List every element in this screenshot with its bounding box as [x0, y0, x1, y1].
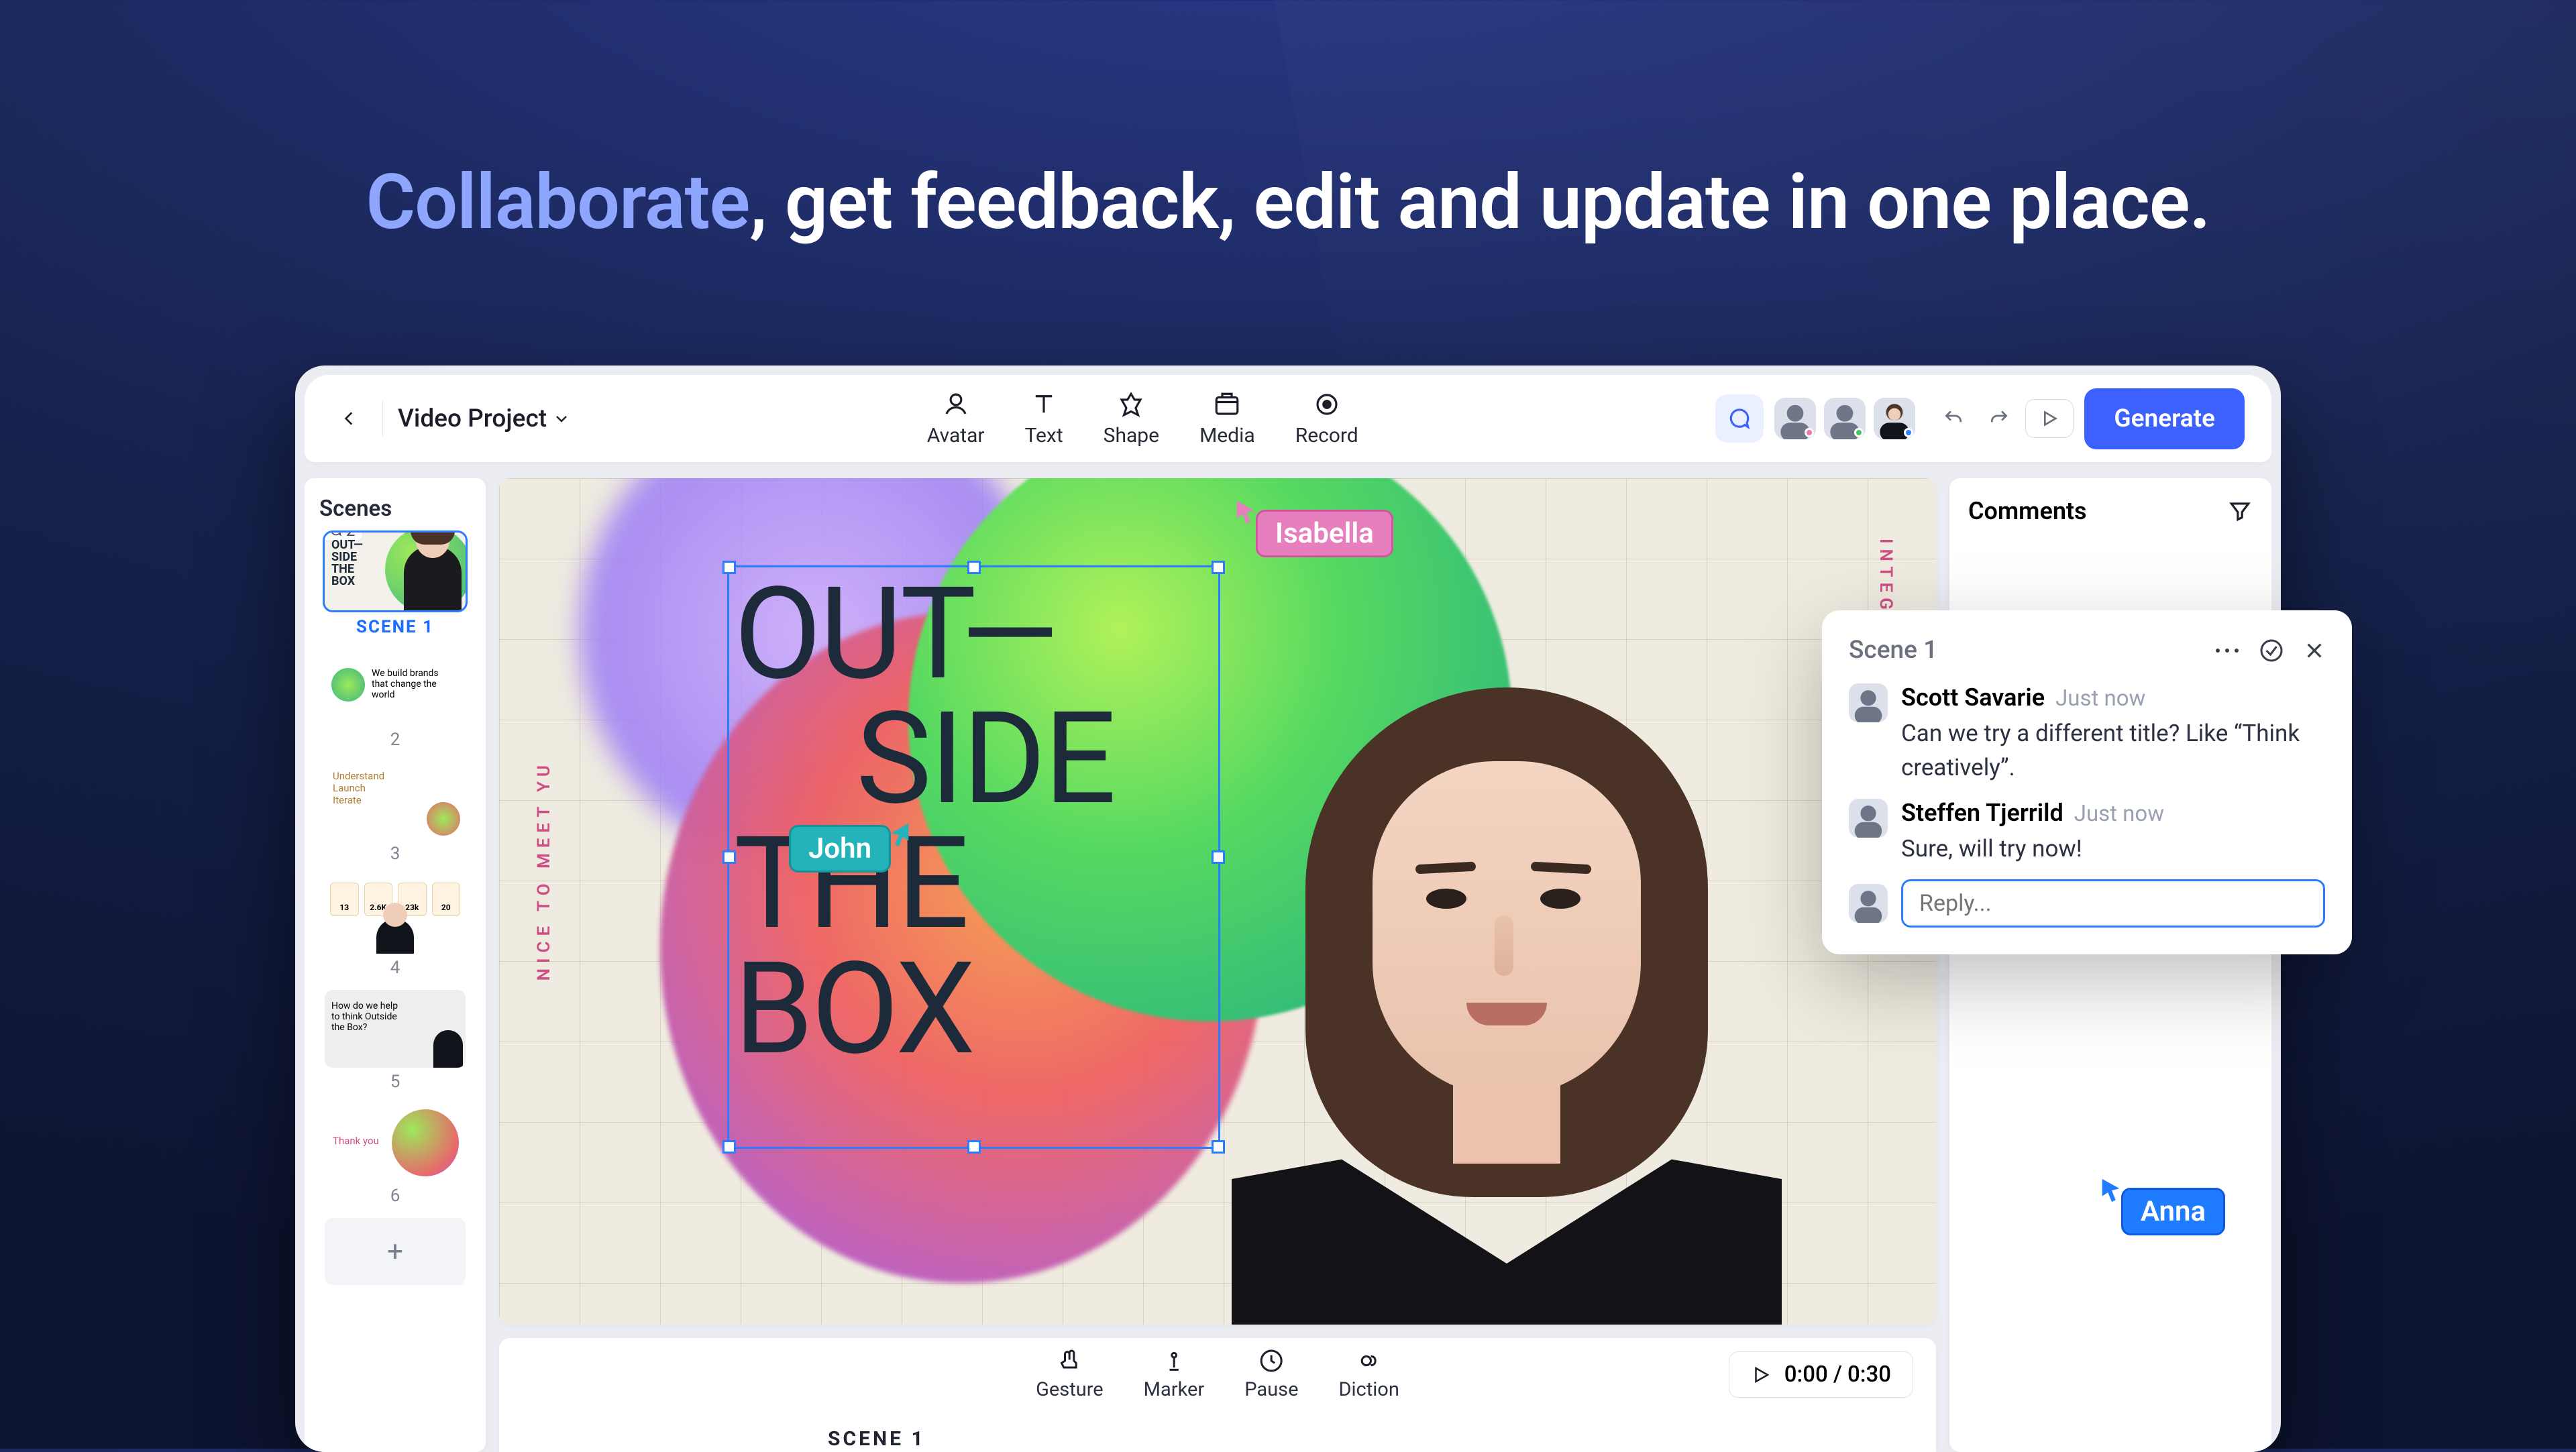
- scene-num-2: 2: [390, 730, 400, 750]
- vertical-text-left: NICE TO MEET YU: [534, 760, 554, 981]
- canvas-stage[interactable]: NICE TO MEET YU INTEGRATED CREATIVE AGEN…: [499, 478, 1936, 1325]
- redo-button[interactable]: [1980, 399, 2019, 438]
- collaborator-avatar-3[interactable]: [1874, 398, 1915, 439]
- resolve-button[interactable]: [2259, 638, 2284, 663]
- project-name-dropdown[interactable]: Video Project: [398, 404, 570, 433]
- ai-assist-button[interactable]: [1715, 394, 1764, 443]
- tool-pause[interactable]: Pause: [1244, 1347, 1298, 1401]
- tool-shape-label: Shape: [1104, 424, 1159, 447]
- comment-thread-popover[interactable]: Scene 1 Scott SavarieJust now Can we try…: [1822, 610, 2352, 954]
- tool-gesture[interactable]: Gesture: [1036, 1347, 1104, 1401]
- hero-rest: , get feedback, edit and update in one p…: [749, 158, 2210, 247]
- shape-icon: [1117, 390, 1145, 418]
- scene-num-5: 5: [390, 1072, 400, 1092]
- scenes-panel: Scenes 2 OUT—SIDETHEBOX SCENE 1 We build…: [305, 478, 486, 1452]
- timecode: 0:00 / 0:30: [1784, 1361, 1891, 1388]
- tool-text-label: Text: [1025, 424, 1063, 447]
- scene-num-3: 3: [390, 844, 400, 864]
- sparkle-chat-icon: [1727, 406, 1752, 431]
- topbar: Video Project Avatar Text Shape: [305, 375, 2271, 462]
- comments-panel: Comments: [1949, 478, 2271, 1452]
- scene-thumb-4[interactable]: 132.6K23k20: [325, 876, 466, 954]
- scenes-title: Scenes: [319, 496, 392, 522]
- close-icon: [2304, 640, 2325, 661]
- comment-icon: [329, 533, 342, 537]
- comments-title: Comments: [1968, 497, 2087, 525]
- dots-icon: [2215, 647, 2239, 655]
- tool-marker[interactable]: Marker: [1144, 1347, 1205, 1401]
- collaborator-cursor-isabella: Isabella: [1234, 499, 1393, 557]
- scene-thumb-2[interactable]: We build brandsthat change theworld: [325, 648, 466, 726]
- self-avatar: [1849, 884, 1888, 923]
- timeline-panel: Gesture Marker Pause Diction: [499, 1338, 1936, 1452]
- playback-control[interactable]: 0:00 / 0:30: [1729, 1351, 1913, 1398]
- comment-row: Scott SavarieJust now Can we try a diffe…: [1849, 683, 2325, 785]
- collaborator-avatar-2[interactable]: [1824, 398, 1866, 439]
- close-popover-button[interactable]: [2304, 640, 2325, 661]
- comment-row: Steffen TjerrildJust now Sure, will try …: [1849, 799, 2325, 867]
- avatar-icon: [942, 390, 970, 418]
- collaborator-cursor-anna: Anna: [2100, 1177, 2225, 1235]
- comment-avatar: [1849, 799, 1888, 838]
- popover-title: Scene 1: [1849, 636, 1937, 665]
- collaborator-avatars: [1774, 398, 1915, 439]
- scene-thumb-6[interactable]: Thank you: [325, 1104, 466, 1182]
- marker-icon: [1161, 1347, 1187, 1374]
- media-icon: [1213, 390, 1241, 418]
- top-tools: Avatar Text Shape Media Record: [927, 390, 1358, 447]
- comment-avatar: [1849, 683, 1888, 722]
- tool-avatar[interactable]: Avatar: [927, 390, 985, 447]
- chevron-down-icon: [553, 410, 570, 427]
- tool-media-label: Media: [1199, 424, 1255, 447]
- tool-diction[interactable]: Diction: [1338, 1347, 1399, 1401]
- diction-icon: [1356, 1347, 1383, 1374]
- tool-record-label: Record: [1295, 424, 1358, 447]
- timeline-scene-label: SCENE 1: [828, 1427, 926, 1451]
- topbar-right: Generate: [1715, 388, 2245, 449]
- gesture-icon: [1056, 1347, 1083, 1374]
- record-icon: [1313, 390, 1341, 418]
- undo-button[interactable]: [1934, 399, 1973, 438]
- reply-input[interactable]: [1901, 879, 2325, 928]
- tool-text[interactable]: Text: [1025, 390, 1063, 447]
- scene-num-6: 6: [390, 1186, 400, 1206]
- hero-accent: Collaborate: [366, 158, 749, 247]
- collaborator-cursor-john: John: [792, 825, 911, 873]
- tool-media[interactable]: Media: [1199, 390, 1255, 447]
- more-options-button[interactable]: [2215, 647, 2239, 655]
- scene-thumb-5[interactable]: How do we helpto think Outsidethe Box?: [325, 990, 466, 1068]
- scene-num-4: 4: [390, 958, 400, 978]
- filter-icon: [2227, 498, 2253, 524]
- back-button[interactable]: [331, 400, 368, 437]
- tool-avatar-label: Avatar: [927, 424, 985, 447]
- comment-text: Sure, will try now!: [1901, 832, 2164, 867]
- cursor-icon: [887, 822, 911, 848]
- project-name-label: Video Project: [398, 404, 547, 433]
- cursor-icon: [1234, 499, 1258, 526]
- tool-shape[interactable]: Shape: [1104, 390, 1159, 447]
- scene-thumb-3[interactable]: UnderstandLaunchIterate: [325, 762, 466, 840]
- comment-text: Can we try a different title? Like “Thin…: [1901, 717, 2317, 785]
- chevron-left-icon: [341, 410, 358, 427]
- text-icon: [1030, 390, 1058, 418]
- generate-button[interactable]: Generate: [2084, 388, 2245, 449]
- preview-play-button[interactable]: [2025, 399, 2074, 438]
- tool-record[interactable]: Record: [1295, 390, 1358, 447]
- check-circle-icon: [2259, 638, 2284, 663]
- scene-thumb-1[interactable]: 2 OUT—SIDETHEBOX: [325, 533, 466, 610]
- scene-active-caption: SCENE 1: [318, 617, 472, 637]
- vertical-text-right: INTEGRATED CREATIVE AGENCY: [1876, 539, 1896, 938]
- collaborator-avatar-1[interactable]: [1774, 398, 1816, 439]
- divider: [382, 401, 383, 436]
- add-scene-button[interactable]: +: [325, 1218, 466, 1285]
- filter-comments-button[interactable]: [2227, 498, 2253, 524]
- cursor-icon: [2100, 1177, 2124, 1204]
- pause-icon: [1258, 1347, 1285, 1374]
- presenter-avatar[interactable]: [1205, 667, 1795, 1325]
- play-icon: [1751, 1365, 1771, 1385]
- hero-tagline: Collaborate, get feedback, edit and upda…: [0, 158, 2576, 247]
